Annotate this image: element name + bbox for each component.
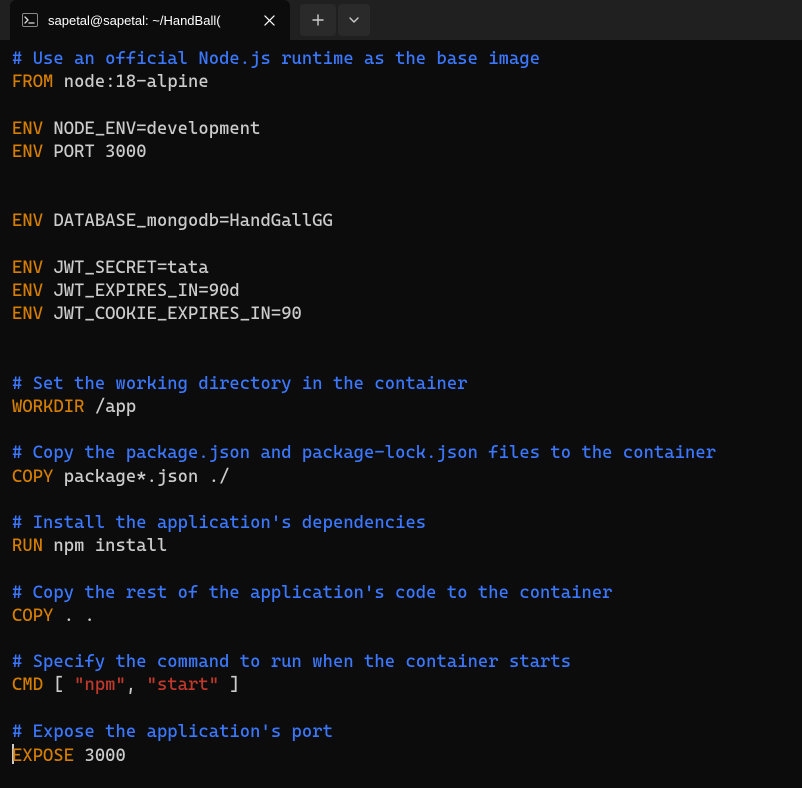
tab-close-button[interactable]	[260, 11, 278, 29]
code-line: CMD [ "npm", "start" ]	[12, 674, 790, 697]
code-line: ENV PORT 3000	[12, 141, 790, 164]
code-line: COPY package*.json ./	[12, 466, 790, 489]
code-token: EXPOSE	[12, 746, 74, 766]
code-line: ENV NODE_ENV=development	[12, 118, 790, 141]
code-line	[12, 164, 790, 187]
code-token: RUN	[12, 536, 43, 556]
code-line: FROM node:18-alpine	[12, 71, 790, 94]
code-line: ENV DATABASE_mongodb=HandGallGG	[12, 210, 790, 233]
code-line	[12, 558, 790, 581]
terminal-output[interactable]: # Use an official Node.js runtime as the…	[0, 40, 802, 780]
code-token: DATABASE_mongodb=HandGallGG	[43, 211, 333, 231]
code-line: EXPOSE 3000	[12, 744, 790, 768]
code-token: "start"	[147, 675, 219, 695]
code-line: ENV JWT_COOKIE_EXPIRES_IN=90	[12, 303, 790, 326]
code-line: # Copy the package.json and package-lock…	[12, 442, 790, 465]
code-token: JWT_SECRET=tata	[43, 258, 209, 278]
code-token: ,	[126, 675, 147, 695]
code-line	[12, 350, 790, 373]
code-token: 3000	[74, 746, 126, 766]
plus-icon	[312, 14, 324, 26]
title-actions	[300, 4, 370, 36]
code-line: RUN npm install	[12, 535, 790, 558]
chevron-down-icon	[348, 14, 360, 26]
code-token: # Use an official Node.js runtime as the…	[12, 49, 540, 69]
tab-title: sapetal@sapetal: ~/HandBall(	[48, 13, 250, 28]
code-line: # Install the application's dependencies	[12, 512, 790, 535]
code-token: node:18-alpine	[53, 72, 208, 92]
code-token: FROM	[12, 72, 53, 92]
code-token: JWT_COOKIE_EXPIRES_IN=90	[43, 304, 302, 324]
code-line	[12, 234, 790, 257]
code-token: # Install the application's dependencies	[12, 513, 426, 533]
code-line	[12, 94, 790, 117]
code-line: # Set the working directory in the conta…	[12, 373, 790, 396]
code-token: PORT 3000	[43, 142, 147, 162]
code-line: # Expose the application's port	[12, 721, 790, 744]
code-token: [	[43, 675, 74, 695]
terminal-icon	[22, 12, 38, 28]
code-token: ]	[219, 675, 240, 695]
code-token: # Specify the command to run when the co…	[12, 652, 571, 672]
code-line	[12, 489, 790, 512]
code-line: WORKDIR /app	[12, 396, 790, 419]
title-bar: sapetal@sapetal: ~/HandBall(	[0, 0, 802, 40]
code-token: CMD	[12, 675, 43, 695]
terminal-tab[interactable]: sapetal@sapetal: ~/HandBall(	[10, 0, 290, 40]
code-line: # Use an official Node.js runtime as the…	[12, 48, 790, 71]
code-token: # Expose the application's port	[12, 722, 333, 742]
code-line	[12, 698, 790, 721]
code-token: ENV	[12, 142, 43, 162]
code-token: "npm"	[74, 675, 126, 695]
close-icon	[264, 15, 275, 26]
code-token: JWT_EXPIRES_IN=90d	[43, 281, 240, 301]
code-token: ENV	[12, 211, 43, 231]
code-line: # Copy the rest of the application's cod…	[12, 582, 790, 605]
code-token: ENV	[12, 304, 43, 324]
code-token: WORKDIR	[12, 397, 84, 417]
code-token: ENV	[12, 281, 43, 301]
code-token: package*.json ./	[53, 467, 229, 487]
code-line	[12, 628, 790, 651]
code-token: # Set the working directory in the conta…	[12, 374, 468, 394]
code-token: /app	[84, 397, 136, 417]
code-token: ENV	[12, 258, 43, 278]
code-token: # Copy the package.json and package-lock…	[12, 443, 716, 463]
code-token: ENV	[12, 119, 43, 139]
new-tab-button[interactable]	[300, 4, 336, 36]
code-line	[12, 419, 790, 442]
code-line	[12, 187, 790, 210]
code-token: npm install	[43, 536, 167, 556]
code-line: COPY . .	[12, 605, 790, 628]
code-token: # Copy the rest of the application's cod…	[12, 583, 613, 603]
code-line	[12, 326, 790, 349]
code-line: ENV JWT_EXPIRES_IN=90d	[12, 280, 790, 303]
code-token: COPY	[12, 467, 53, 487]
code-line: # Specify the command to run when the co…	[12, 651, 790, 674]
tab-dropdown-button[interactable]	[338, 4, 370, 36]
code-token: NODE_ENV=development	[43, 119, 260, 139]
code-token: COPY	[12, 606, 53, 626]
code-token: . .	[53, 606, 94, 626]
code-line: ENV JWT_SECRET=tata	[12, 257, 790, 280]
